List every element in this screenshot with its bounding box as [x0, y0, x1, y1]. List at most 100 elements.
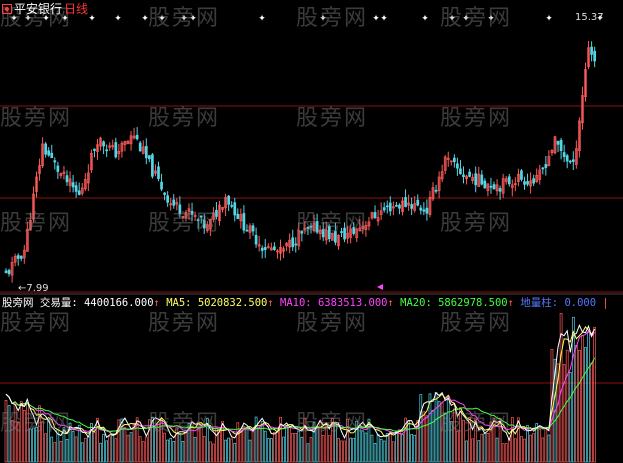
signal-marker: ✦ [88, 14, 96, 24]
volume-bar [96, 417, 99, 463]
volume-bar [47, 419, 51, 463]
candle-body [93, 148, 96, 151]
candle-body [468, 171, 471, 177]
volume-bar [379, 438, 383, 463]
volume-bar [86, 435, 90, 463]
signal-marker: ✦ [487, 14, 495, 24]
volume-bar [434, 392, 438, 463]
volume-bar [547, 434, 551, 463]
volume-bar [16, 422, 20, 463]
candle-body [398, 204, 401, 209]
volume-bar [154, 427, 157, 463]
candle-body [245, 229, 249, 232]
signal-marker: ✦ [462, 14, 470, 24]
volume-bar [419, 394, 423, 463]
volume-bar [532, 433, 536, 463]
volume-bar [352, 437, 356, 463]
volume-bar [324, 423, 328, 463]
candle-body [544, 164, 548, 168]
candlestick-series [4, 41, 597, 283]
candle-body [523, 181, 526, 185]
volume-bar [251, 431, 255, 463]
volume-bar [587, 332, 590, 463]
volume-bar [306, 443, 310, 463]
volume-bar [105, 440, 109, 463]
volume-bar [163, 432, 166, 463]
candle-body [19, 255, 23, 259]
candle-body [590, 46, 593, 55]
volume-bar [367, 418, 371, 463]
candle-body [300, 230, 304, 234]
volume-bar [318, 422, 322, 463]
volume-bar [282, 436, 285, 463]
volume-bar [10, 419, 14, 463]
volume-bar [74, 436, 78, 463]
candle-body [474, 173, 478, 186]
candle-body [425, 207, 429, 214]
volume-bar [129, 432, 133, 463]
volume-bar [35, 427, 38, 463]
low-price-label: ←7.99 [18, 283, 49, 294]
candle-body [565, 155, 569, 162]
volume-bar [99, 442, 102, 463]
volume-bars [4, 312, 597, 463]
candle-body [456, 163, 459, 169]
candle-body [419, 207, 423, 211]
volume-bar [483, 432, 487, 463]
stock-badge-icon[interactable]: ◆ [2, 4, 12, 14]
volume-bar [462, 419, 465, 463]
volume-bar [565, 349, 569, 463]
candle-body [47, 150, 51, 156]
candle-body [306, 226, 310, 229]
candle-body [480, 174, 484, 185]
volume-bar [459, 407, 462, 463]
volume-bar [486, 432, 490, 463]
volume-bar [291, 433, 295, 463]
volume-bar [41, 421, 44, 463]
volume-bar [343, 440, 346, 463]
candle-body [260, 247, 264, 251]
volume-bar [309, 437, 313, 463]
kline-chart[interactable]: ✦ ✦ ✦ ✦ ✦ ✦ ✦ ✦ ✦ ✦ ✦ ✦ ✦ ✦ ✦ ✦ ✦ ✦ ✦ ✦ [0, 0, 623, 463]
volume-bar [523, 438, 526, 463]
volume-bar [227, 437, 230, 463]
volume-bar [349, 437, 352, 463]
header-trailing: | [602, 297, 609, 309]
volume-bar [504, 443, 508, 463]
signal-marker: ✦ [158, 14, 166, 24]
volume-bar [209, 441, 212, 463]
up-arrow-icon: ↑ [507, 297, 514, 309]
chart-title: ◆ 平安银行 日线 [2, 2, 88, 16]
volume-bar [395, 431, 398, 463]
candle-body [327, 225, 331, 240]
candle-body [520, 170, 523, 180]
signal-marker: ✦ [258, 14, 266, 24]
volume-bar [260, 421, 264, 463]
candle-body [105, 149, 109, 152]
volume-bar [224, 439, 227, 463]
period-label[interactable]: 日线 [64, 2, 88, 16]
candle-body [492, 184, 496, 190]
signal-marker: ✦ [448, 14, 456, 24]
candle-body [242, 213, 246, 231]
candle-body [138, 142, 142, 152]
candle-body [562, 152, 566, 157]
volume-bar [593, 326, 597, 463]
candle-body [571, 159, 575, 162]
up-arrow-icon: ↑ [153, 297, 160, 309]
candle-body [56, 165, 60, 172]
volume-bar [358, 425, 362, 463]
candle-body [172, 199, 176, 206]
candle-body [559, 139, 563, 151]
signal-marker: ✦ [372, 14, 380, 24]
volume-bar [334, 423, 337, 463]
volume-bar [59, 440, 63, 463]
volume-bar [440, 402, 444, 463]
volume-bar [431, 410, 435, 463]
volume-bar [388, 431, 392, 463]
volume-bar [199, 425, 203, 463]
volume-bar [263, 430, 267, 463]
volume-bar [218, 431, 221, 463]
volume-bar [4, 400, 8, 463]
volume-bar [529, 434, 532, 463]
